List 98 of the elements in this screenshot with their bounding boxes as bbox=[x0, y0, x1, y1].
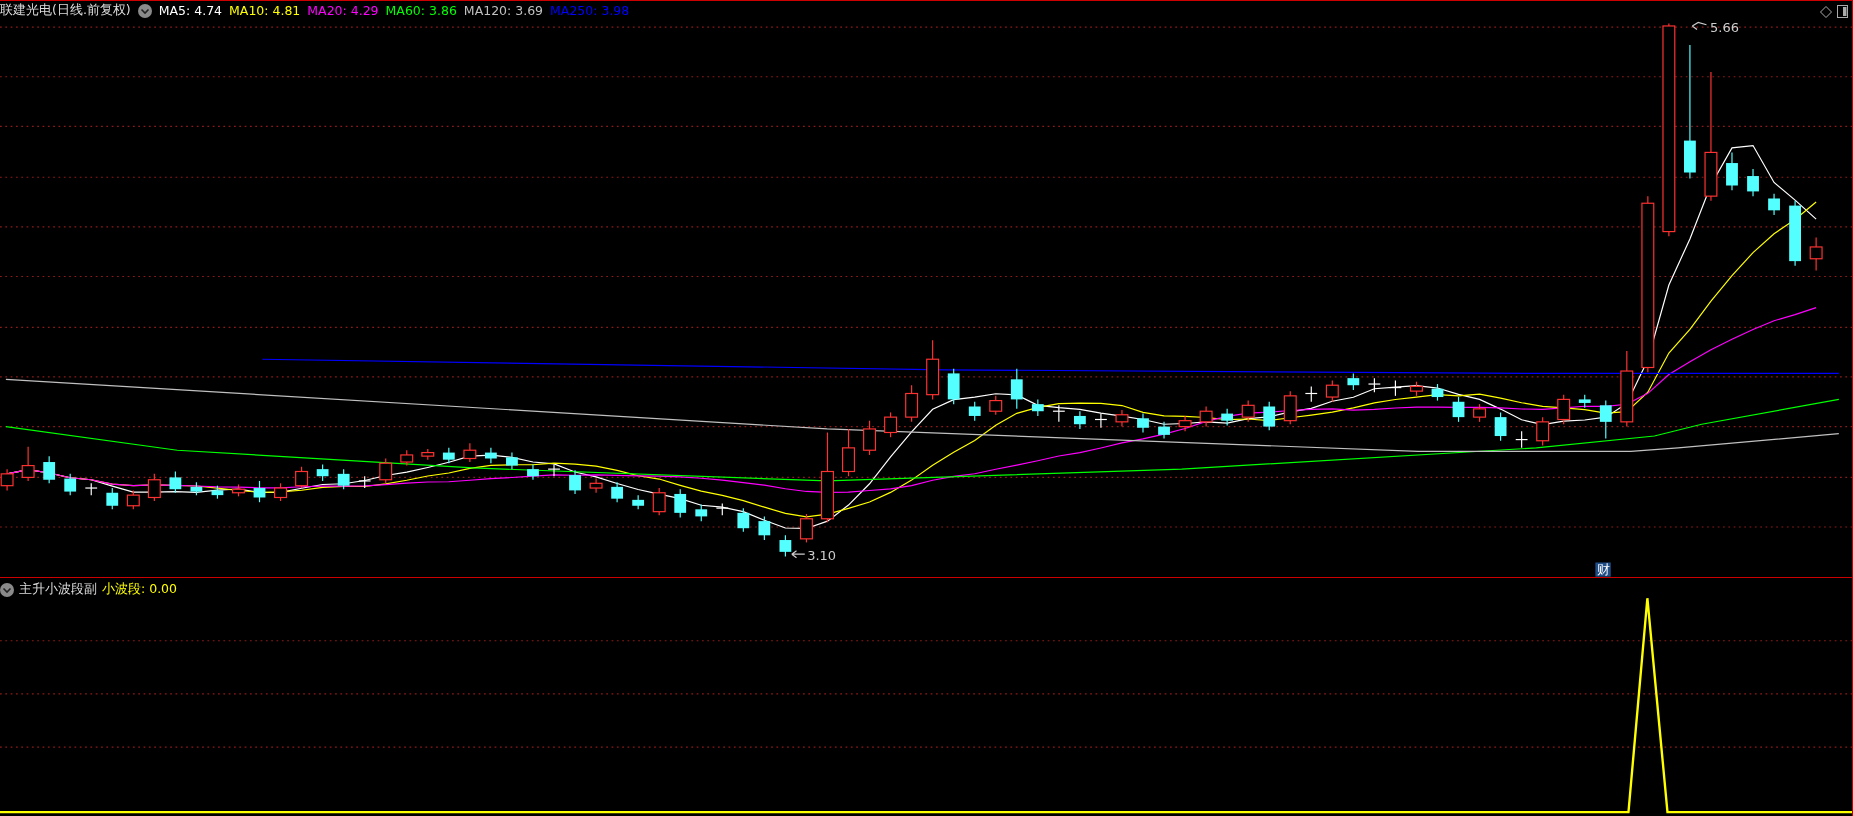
candlestick bbox=[64, 473, 77, 496]
candlestick bbox=[1178, 415, 1192, 432]
candlestick bbox=[1031, 398, 1044, 417]
candlestick bbox=[1263, 401, 1276, 431]
candlestick bbox=[842, 428, 855, 477]
candlestick bbox=[21, 446, 35, 482]
candlestick bbox=[695, 504, 708, 522]
panel-toggle-icon[interactable] bbox=[1837, 5, 1848, 18]
candlestick bbox=[1094, 413, 1108, 429]
candlestick bbox=[1599, 400, 1612, 439]
candlestick bbox=[1726, 151, 1738, 191]
candlestick bbox=[1809, 236, 1823, 272]
candlestick bbox=[1074, 410, 1086, 430]
candlestick bbox=[1409, 381, 1423, 397]
candlestick bbox=[779, 534, 792, 558]
price-low-label: 3.10 bbox=[807, 548, 837, 564]
candlestick bbox=[547, 463, 561, 477]
candlestick bbox=[799, 513, 813, 543]
candlestick bbox=[316, 463, 329, 482]
candlestick bbox=[463, 442, 477, 463]
candlestick bbox=[863, 420, 877, 456]
candlestick bbox=[737, 507, 750, 533]
dropdown-icon[interactable] bbox=[0, 582, 14, 597]
candlestick bbox=[884, 411, 898, 438]
candlestick bbox=[485, 447, 497, 464]
candlestick bbox=[652, 487, 666, 516]
candlestick bbox=[632, 494, 645, 510]
candlestick bbox=[1578, 394, 1591, 409]
candlestick bbox=[569, 469, 581, 495]
candlestick bbox=[106, 487, 119, 510]
candlestick bbox=[232, 483, 245, 497]
candlestick bbox=[589, 478, 603, 494]
candlestick bbox=[1789, 200, 1801, 267]
candlestick bbox=[527, 463, 539, 481]
candlestick bbox=[442, 447, 455, 464]
candlestick bbox=[1241, 400, 1255, 423]
candlestick bbox=[1768, 193, 1780, 216]
candlestick bbox=[1388, 379, 1402, 397]
candlestick bbox=[1515, 430, 1529, 449]
candlestick bbox=[506, 452, 518, 470]
candlestick bbox=[337, 468, 350, 490]
dropdown-icon[interactable] bbox=[137, 3, 152, 18]
candlestick bbox=[715, 502, 729, 516]
candlestick bbox=[43, 455, 56, 484]
moving-average-label: MA60: 3.86 bbox=[385, 3, 457, 18]
candlestick bbox=[1115, 409, 1129, 428]
candlestick bbox=[1283, 390, 1297, 425]
candlestick bbox=[1747, 168, 1759, 197]
candlestick bbox=[674, 488, 687, 519]
candlestick bbox=[758, 515, 771, 541]
arrow-icon bbox=[791, 550, 806, 559]
indicator-value: 小波段: 0.00 bbox=[102, 581, 178, 598]
candlestick bbox=[926, 339, 940, 400]
candlestick bbox=[274, 482, 288, 502]
moving-average-label: MA20: 4.29 bbox=[307, 3, 379, 18]
candlestick bbox=[253, 480, 266, 503]
candlestick bbox=[1473, 403, 1487, 423]
candlestick bbox=[1347, 372, 1360, 391]
candlestick bbox=[947, 368, 960, 405]
diamond-icon[interactable] bbox=[1820, 6, 1832, 18]
candlestick bbox=[989, 395, 1003, 416]
candlestick bbox=[1325, 379, 1339, 403]
candlestick bbox=[1010, 368, 1023, 410]
indicator-name: 主升小波段副 bbox=[19, 581, 97, 598]
moving-average-label: MA120: 3.69 bbox=[463, 3, 544, 18]
candlestick bbox=[169, 470, 182, 494]
candlestick bbox=[1221, 408, 1234, 426]
moving-average-label: MA5: 4.74 bbox=[158, 3, 223, 18]
moving-average-label: MA10: 4.81 bbox=[229, 3, 301, 18]
event-marker: 财 bbox=[1595, 562, 1611, 578]
candlestick bbox=[1052, 404, 1066, 423]
candlestick bbox=[1158, 421, 1170, 439]
candlestick bbox=[1199, 405, 1213, 428]
chart-title: 联建光电(日线.前复权) bbox=[0, 2, 131, 19]
candlestick bbox=[295, 466, 309, 489]
arrow-icon bbox=[1691, 21, 1708, 31]
candlestick bbox=[190, 481, 203, 496]
price-high-label: 5.66 bbox=[1710, 19, 1739, 35]
candlestick bbox=[611, 481, 623, 503]
candlestick bbox=[421, 448, 435, 461]
candlestick bbox=[84, 482, 98, 496]
candlestick bbox=[1431, 383, 1444, 402]
candlestick bbox=[968, 401, 981, 422]
candlestick bbox=[1536, 416, 1550, 447]
candlestick bbox=[1452, 396, 1465, 423]
moving-average-label: MA250: 3.98 bbox=[550, 3, 630, 18]
candlestick bbox=[211, 485, 224, 500]
candlestick bbox=[400, 449, 414, 467]
candlestick bbox=[1137, 413, 1149, 434]
candlestick bbox=[147, 473, 161, 502]
candlestick bbox=[1304, 385, 1318, 403]
candlestick bbox=[1367, 377, 1381, 393]
candlestick bbox=[905, 384, 919, 423]
candlestick bbox=[358, 475, 372, 489]
candlestick bbox=[379, 457, 393, 484]
candlestick bbox=[1557, 394, 1571, 425]
candlestick bbox=[1494, 411, 1507, 442]
candlestick bbox=[126, 489, 140, 510]
